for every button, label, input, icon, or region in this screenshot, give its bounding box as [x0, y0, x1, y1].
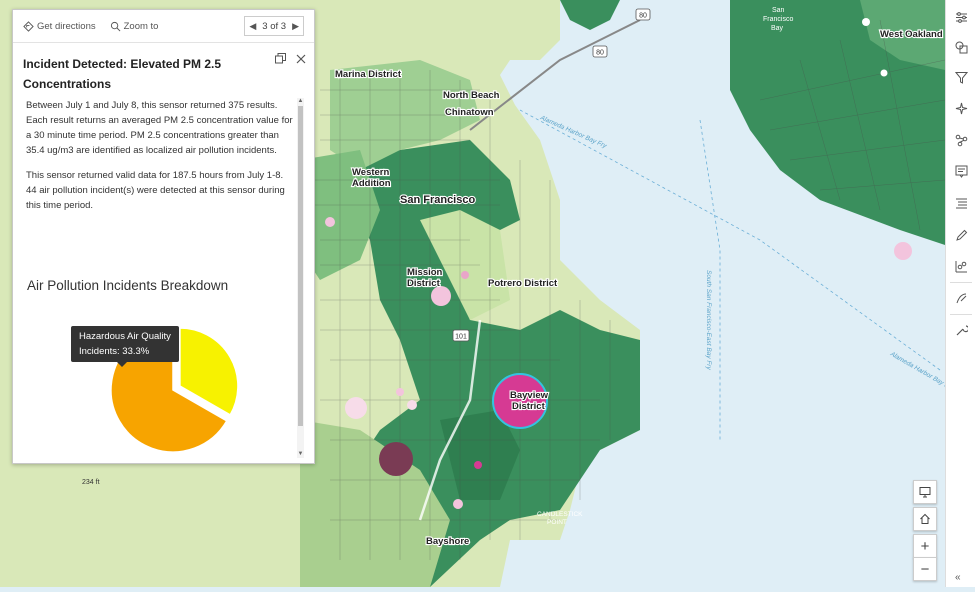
label-western-2: Addition — [352, 178, 391, 189]
edit-icon[interactable] — [952, 226, 970, 244]
fields-icon[interactable] — [952, 194, 970, 212]
label-mission-2: District — [407, 278, 441, 289]
incident-oakland[interactable] — [894, 242, 912, 260]
label-sf-bay-1: San — [772, 7, 785, 14]
label-elevation: 234 ft — [82, 479, 100, 486]
home-button[interactable] — [913, 507, 937, 531]
chart-title: Air Pollution Incidents Breakdown — [27, 278, 229, 293]
label-chinatown: Chinatown — [445, 107, 494, 118]
incident-small-6[interactable] — [461, 271, 469, 279]
label-potrero: Potrero District — [488, 278, 558, 289]
analysis-icon[interactable] — [952, 257, 970, 275]
prev-feature-icon[interactable]: ◀ — [249, 21, 256, 32]
label-ssf-ferry: South San Francisco-East Bay Fry — [705, 270, 712, 370]
filter-icon[interactable] — [952, 68, 970, 86]
popup-paragraph-1: Between July 1 and July 8, this sensor r… — [26, 100, 293, 156]
incident-small-2[interactable] — [474, 461, 482, 469]
feature-pager: ◀ 3 of 3 ▶ — [244, 16, 304, 36]
hwy101-shield: 101 — [455, 334, 467, 341]
tooltip-line2: Incidents: 33.3% — [79, 346, 150, 357]
right-toolbar: « — [945, 0, 975, 587]
dock-icon[interactable] — [275, 51, 286, 69]
zoom-icon — [110, 21, 121, 31]
pie-tooltip: Hazardous Air Quality Incidents: 33.3% — [71, 326, 179, 367]
label-candlestick-2: POINT — [547, 519, 567, 526]
zoom-in-button[interactable]: + — [913, 534, 937, 558]
popup-title: Incident Detected: Elevated PM 2.5 Conce… — [23, 54, 263, 94]
scroll-up-icon[interactable]: ▲ — [297, 98, 304, 105]
label-bayshore: Bayshore — [426, 536, 469, 547]
popup-title-line1: Incident Detected: Elevated PM 2.5 — [23, 57, 222, 71]
next-feature-icon[interactable]: ▶ — [292, 21, 299, 32]
popup-content: Between July 1 and July 8, this sensor r… — [26, 98, 294, 223]
feature-popup: Get directions Zoom to ◀ 3 of 3 ▶ Incide… — [12, 9, 315, 464]
label-western-1: Western — [352, 167, 390, 178]
label-candlestick-1: CANDLESTICK — [537, 511, 583, 518]
sketch-icon[interactable] — [952, 289, 970, 307]
presentation-button[interactable] — [913, 480, 937, 504]
effects-icon[interactable] — [952, 99, 970, 117]
label-bayview-2: District — [512, 401, 546, 412]
zoom-to-label: Zoom to — [123, 20, 159, 32]
popup-config-icon[interactable] — [952, 162, 970, 180]
layers-settings-icon[interactable] — [952, 8, 970, 26]
label-mission-1: Mission — [407, 267, 443, 278]
scroll-thumb[interactable] — [298, 106, 303, 426]
pager-text: 3 of 3 — [262, 20, 287, 32]
incident-dark[interactable] — [379, 442, 413, 476]
collapse-toolbar-icon[interactable]: « — [955, 572, 961, 583]
label-san-francisco: San Francisco — [400, 194, 475, 206]
minus-icon: − — [920, 560, 930, 578]
label-north-beach: North Beach — [443, 90, 500, 101]
incident-small-3[interactable] — [453, 499, 463, 509]
hwy80-shield-2: 80 — [596, 50, 604, 57]
incident-mission[interactable] — [431, 286, 451, 306]
incident-small-4[interactable] — [396, 388, 404, 396]
clustering-icon[interactable] — [952, 131, 970, 149]
home-icon — [920, 513, 930, 524]
scroll-down-icon[interactable]: ▼ — [297, 451, 304, 458]
label-marina: Marina District — [335, 69, 402, 80]
hwy80-shield: 80 — [639, 13, 647, 20]
toolbar-separator-2 — [950, 314, 972, 315]
zoom-to-button[interactable]: Zoom to — [110, 20, 159, 32]
close-icon[interactable] — [296, 51, 306, 69]
label-sf-bay-2: Francisco — [763, 16, 793, 23]
popup-scrollbar[interactable]: ▲ ▼ — [297, 98, 304, 458]
shapes-icon[interactable] — [952, 38, 970, 56]
label-west-oakland: West Oakland — [880, 29, 943, 40]
incident-small-5[interactable] — [407, 400, 417, 410]
plus-icon: + — [920, 537, 930, 555]
label-bayview-1: Bayview — [510, 390, 549, 401]
get-directions-button[interactable]: Get directions — [23, 21, 96, 32]
popup-paragraph-2: This sensor returned valid data for 187.… — [26, 170, 285, 211]
incident-bernal[interactable] — [345, 397, 367, 419]
tools-wrench-icon[interactable] — [952, 321, 970, 339]
popup-toolbar: Get directions Zoom to ◀ 3 of 3 ▶ — [13, 10, 314, 43]
popup-title-line2: Concentrations — [23, 77, 112, 91]
directions-icon — [23, 20, 34, 32]
label-sf-bay-3: Bay — [771, 25, 784, 32]
incident-small-8[interactable] — [880, 69, 888, 77]
toolbar-separator — [950, 282, 972, 283]
incident-small-1[interactable] — [325, 217, 335, 227]
incident-small-7[interactable] — [862, 18, 870, 26]
tooltip-line1: Hazardous Air Quality — [79, 331, 171, 342]
monitor-icon — [919, 487, 931, 498]
get-directions-label: Get directions — [37, 20, 96, 32]
zoom-out-button[interactable]: − — [913, 557, 937, 581]
